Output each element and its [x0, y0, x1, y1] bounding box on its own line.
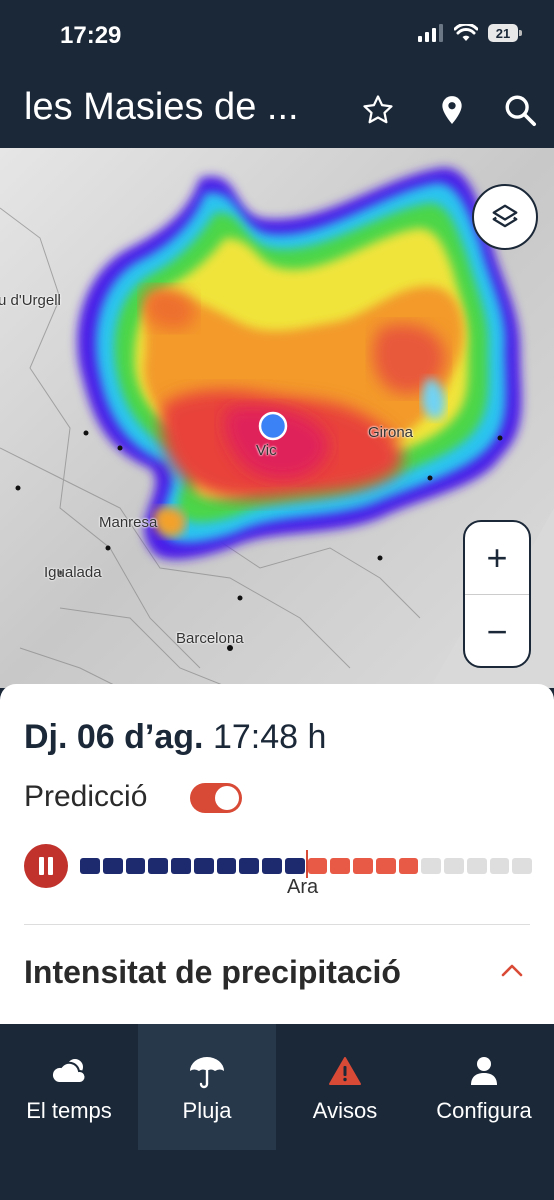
pause-icon: [39, 857, 53, 875]
location-pin-icon[interactable]: [432, 90, 472, 130]
zoom-controls: + −: [463, 520, 531, 668]
timeline-future-segment[interactable]: [444, 858, 464, 874]
prediction-toggle[interactable]: [190, 783, 242, 813]
tab-avisos[interactable]: Avisos: [276, 1024, 414, 1150]
timeline-past-segment[interactable]: [80, 858, 100, 874]
time-label: 17:48 h: [212, 718, 327, 756]
star-icon[interactable]: [358, 90, 398, 130]
bottom-safe-area: [0, 1150, 554, 1200]
timeline-future-segment[interactable]: [489, 858, 510, 874]
prediction-label: Predicció: [24, 780, 148, 813]
divider: [24, 924, 530, 925]
wifi-icon: [454, 24, 478, 41]
map-label-girona: Girona: [368, 424, 414, 441]
now-label: Ara: [287, 876, 319, 898]
toggle-knob: [215, 786, 239, 810]
status-time: 17:29: [60, 22, 122, 49]
radar-map[interactable]: u d'Urgell Vic Girona Manresa Igualada B…: [0, 148, 554, 688]
map-label-barcelona: Barcelona: [176, 630, 244, 647]
chevron-up-icon[interactable]: [500, 960, 524, 980]
timeline-past-segment[interactable]: [171, 858, 191, 874]
timeline-forecast-segment[interactable]: [398, 858, 419, 874]
tab-el-temps[interactable]: El temps: [0, 1024, 138, 1150]
cloud-icon: [50, 1059, 87, 1084]
status-bar: 17:29 21: [0, 0, 554, 72]
tab-label-configura: Configura: [436, 1098, 532, 1123]
timeline-past-segment[interactable]: [284, 858, 305, 874]
tab-label-el-temps: El temps: [26, 1098, 112, 1123]
timeline-forecast-segment[interactable]: [353, 858, 373, 874]
current-location-marker: [258, 411, 288, 441]
user-icon: [471, 1057, 497, 1085]
battery-indicator: 21: [488, 24, 522, 42]
warning-icon: [329, 1057, 361, 1085]
layers-button[interactable]: [472, 184, 538, 250]
plus-icon: +: [486, 537, 508, 578]
timeline-future-segment[interactable]: [512, 858, 532, 874]
zoom-in-button[interactable]: +: [465, 522, 529, 594]
timeline-past-segment[interactable]: [193, 858, 214, 874]
location-title[interactable]: les Masies de ...: [24, 86, 299, 129]
map-label-vic: Vic: [256, 442, 277, 459]
timeline-future-segment[interactable]: [421, 858, 441, 874]
forecast-panel: Dj. 06 d’ag. 17:48 h Predicció Ara Inten…: [0, 684, 554, 1024]
section-title[interactable]: Intensitat de precipitació: [24, 954, 401, 991]
search-icon[interactable]: [500, 90, 540, 130]
timeline-past-segment[interactable]: [102, 858, 123, 874]
signal-icon: [418, 24, 443, 42]
map-label-igualada: Igualada: [44, 564, 102, 581]
map-label-urgell: u d'Urgell: [0, 292, 61, 309]
date-label: Dj. 06 d’ag.: [24, 718, 204, 756]
zoom-divider: [465, 594, 529, 595]
timeline-past-segment[interactable]: [125, 858, 146, 874]
tab-label-pluja: Pluja: [182, 1098, 232, 1123]
app-header: les Masies de ...: [0, 72, 554, 148]
now-marker[interactable]: [306, 850, 308, 878]
layers-icon: [492, 204, 518, 228]
timeline-past-segment[interactable]: [216, 858, 237, 874]
timeline-future-segment[interactable]: [466, 858, 487, 874]
timeline-forecast-segment[interactable]: [307, 858, 328, 874]
map-label-manresa: Manresa: [99, 514, 158, 531]
status-icons: 21: [418, 24, 522, 42]
minus-icon: −: [486, 611, 508, 652]
pause-button[interactable]: [24, 844, 68, 888]
bottom-tab-bar: El temps Pluja Avisos Configura: [0, 1024, 554, 1150]
timeline-past-segment[interactable]: [239, 858, 259, 874]
timeline-forecast-segment[interactable]: [330, 858, 350, 874]
timeline-forecast-segment[interactable]: [375, 858, 396, 874]
umbrella-icon: [190, 1057, 224, 1089]
timeline-past-segment[interactable]: [148, 858, 168, 874]
battery-level: 21: [495, 25, 511, 41]
zoom-out-button[interactable]: −: [465, 596, 529, 668]
timeline-past-segment[interactable]: [262, 858, 282, 874]
date-time-display: Dj. 06 d’ag. 17:48 h: [24, 718, 326, 757]
tab-label-avisos: Avisos: [312, 1098, 378, 1123]
tab-configura[interactable]: Configura: [414, 1024, 554, 1150]
tab-pluja[interactable]: Pluja: [138, 1024, 276, 1150]
